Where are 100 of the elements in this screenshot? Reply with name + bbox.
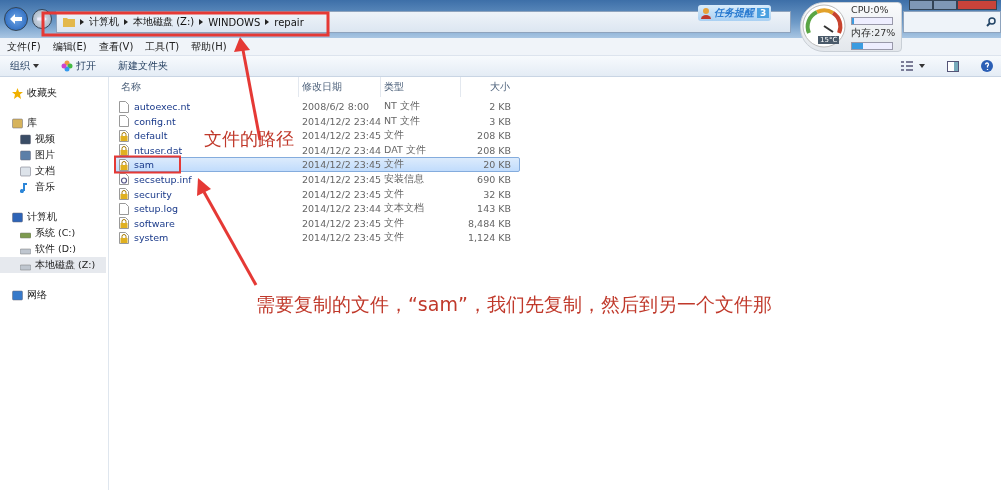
folder-icon <box>63 16 75 28</box>
type-cell-text: 文本文档 <box>383 202 425 216</box>
breadcrumb-segment[interactable]: repair <box>274 16 304 28</box>
size-cell-text: 8,484 KB <box>467 217 511 229</box>
video-icon <box>20 133 31 145</box>
gauge-drawing <box>801 3 847 49</box>
menu-item[interactable]: 帮助(H) <box>191 39 227 54</box>
maximize-button[interactable] <box>933 0 957 10</box>
document-icon <box>119 115 129 128</box>
type-cell-text: 文件 <box>383 129 405 143</box>
column-header[interactable]: 大小 <box>460 77 510 97</box>
padlock-file-icon <box>119 144 129 157</box>
sidebar-item[interactable]: 软件 (D:) <box>0 241 106 257</box>
network-icon <box>12 289 23 301</box>
date-cell-text: 2014/12/2 23:45 <box>301 173 381 185</box>
date-cell-text: 2014/12/2 23:45 <box>301 130 381 142</box>
date-cell-text: 2014/12/2 23:45 <box>301 159 381 171</box>
date-cell-text: 2014/12/2 23:45 <box>301 188 381 200</box>
menu-item[interactable]: 工具(T) <box>145 39 180 54</box>
organize-button[interactable]: 组织 <box>10 59 39 73</box>
caret-icon[interactable] <box>919 64 925 68</box>
column-header[interactable]: 修改日期 <box>298 77 380 97</box>
back-arrow-icon <box>10 14 22 24</box>
type-cell-text: 文件 <box>383 187 405 201</box>
menu-item[interactable]: 编辑(E) <box>52 39 87 54</box>
annotation-text: 文件的路径 <box>204 127 294 151</box>
file-name: sam <box>134 159 155 171</box>
forward-arrow-icon <box>37 15 47 23</box>
date-cell-text: 2014/12/2 23:45 <box>301 217 381 229</box>
back-button[interactable] <box>4 7 28 31</box>
file-name: default <box>134 130 168 142</box>
flower-icon <box>61 60 73 72</box>
size-cell-text: 208 KB <box>476 144 511 156</box>
size-cell-text: 20 KB <box>482 159 511 171</box>
selected-file-row[interactable]: sam 2014/12/2 23:45 文件 20 KB <box>114 157 520 172</box>
sidebar-item[interactable]: 图片 <box>0 147 106 163</box>
sidebar-item[interactable]: 网络 <box>0 287 106 303</box>
sidebar-item[interactable]: 系统 (C:) <box>0 225 106 241</box>
type-cell-text: NT 文件 <box>383 100 421 113</box>
chevron-icon <box>265 19 270 25</box>
chevron-icon <box>80 19 84 25</box>
file-name: secsetup.inf <box>134 173 192 185</box>
sidebar-item[interactable]: 计算机 <box>0 209 106 225</box>
caret-icon <box>33 64 39 68</box>
picture-icon <box>20 149 31 161</box>
size-cell-text: 1,124 KB <box>467 232 511 244</box>
date-cell-text: 2014/12/2 23:44 <box>301 115 381 127</box>
column-header[interactable]: 名称 <box>118 77 298 97</box>
sidebar-item[interactable]: 本地磁盘 (Z:) <box>0 257 106 273</box>
breadcrumb-segment[interactable]: WINDOWS <box>208 16 261 28</box>
meter-label: 内存:27% <box>851 27 896 40</box>
menu-item[interactable]: 查看(V) <box>98 39 134 54</box>
person-icon <box>701 7 711 19</box>
column-header[interactable]: 类型 <box>380 77 460 97</box>
type-cell-text: 文件 <box>383 158 405 172</box>
help-icon[interactable] <box>981 60 993 72</box>
file-name: system <box>134 232 169 244</box>
preview-pane-icon[interactable] <box>947 60 959 72</box>
size-cell-text: 2 KB <box>488 101 511 112</box>
chevron-icon <box>199 19 204 25</box>
padlock-file-icon <box>119 231 129 244</box>
padlock-file-icon <box>119 158 129 171</box>
padlock-file-icon <box>119 129 129 142</box>
annotation-text: 需要复制的文件，“sam”，我们先复制，然后到另一个文件那 <box>256 292 772 317</box>
minimize-button[interactable] <box>909 0 933 10</box>
size-cell-text: 32 KB <box>482 188 511 200</box>
sidebar-item[interactable]: 文档 <box>0 163 106 179</box>
sidebar-item[interactable]: 库 <box>0 115 106 131</box>
padlock-file-icon <box>119 188 129 201</box>
meter-label: CPU:0% <box>851 4 890 15</box>
search-field[interactable] <box>903 11 1001 33</box>
highlight-frame <box>114 155 181 174</box>
file-name: software <box>134 217 175 229</box>
chevron-icon <box>124 19 128 25</box>
menu-item[interactable]: 文件(F) <box>7 39 41 54</box>
computer-icon <box>12 211 23 223</box>
file-name: setup.log <box>134 203 179 215</box>
sidebar-item[interactable]: 视频 <box>0 131 106 147</box>
library-folder-icon <box>12 117 23 129</box>
breadcrumb-segment[interactable]: 计算机 <box>89 15 119 29</box>
file-name: config.nt <box>134 115 176 127</box>
date-cell-text: 2014/12/2 23:44 <box>301 144 381 156</box>
size-cell-text: 143 KB <box>476 203 511 215</box>
type-cell-text: DAT 文件 <box>383 143 427 157</box>
view-list-icon[interactable] <box>901 61 913 71</box>
size-cell-text: 208 KB <box>476 130 511 142</box>
size-cell-text: 3 KB <box>488 115 511 127</box>
new-folder-button[interactable]: 新建文件夹 <box>118 59 168 73</box>
star-icon <box>12 87 23 99</box>
document-icon <box>119 100 129 113</box>
breadcrumb-segment[interactable]: 本地磁盘 (Z:) <box>133 15 195 29</box>
type-cell-text: NT 文件 <box>383 114 421 128</box>
type-cell-text: 安装信息 <box>383 172 425 186</box>
file-name: security <box>134 188 172 200</box>
settings-file-icon <box>119 173 129 186</box>
search-icon <box>986 17 996 27</box>
file-name: ntuser.dat <box>134 144 183 156</box>
open-button[interactable]: 打开 <box>61 59 96 73</box>
sidebar-item[interactable]: 音乐 <box>0 179 106 195</box>
sidebar-item[interactable]: 收藏夹 <box>0 85 106 101</box>
